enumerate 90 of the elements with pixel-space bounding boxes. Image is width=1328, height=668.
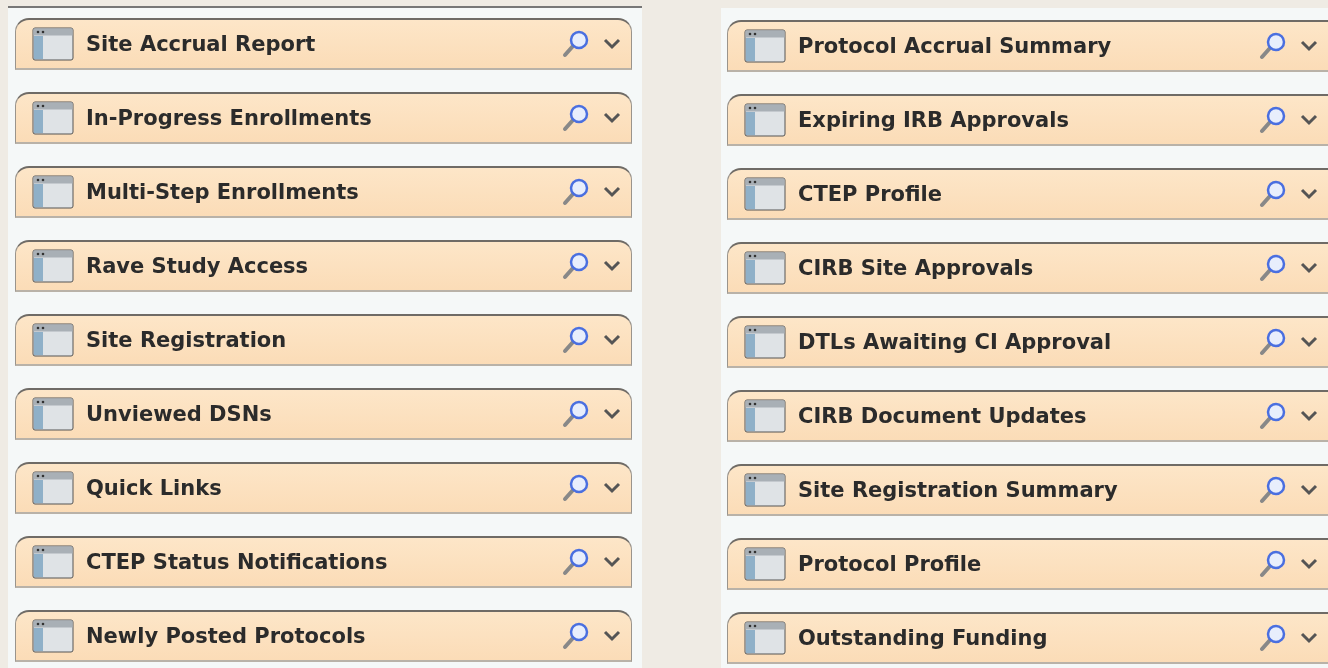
portlet-header[interactable]: Newly Posted Protocols xyxy=(15,610,632,662)
search-icon[interactable] xyxy=(561,29,591,59)
chevron-down-icon[interactable] xyxy=(1300,410,1318,422)
window-icon xyxy=(744,325,786,359)
portlet-header[interactable]: Quick Links xyxy=(15,462,632,514)
search-icon[interactable] xyxy=(1258,253,1288,283)
search-icon[interactable] xyxy=(1258,623,1288,653)
window-icon xyxy=(744,621,786,655)
chevron-down-icon[interactable] xyxy=(603,556,621,568)
window-icon xyxy=(32,101,74,135)
chevron-down-icon[interactable] xyxy=(1300,558,1318,570)
search-icon[interactable] xyxy=(1258,31,1288,61)
portlet-title: Multi-Step Enrollments xyxy=(86,180,360,204)
chevron-down-icon[interactable] xyxy=(1300,336,1318,348)
chevron-down-icon[interactable] xyxy=(1300,114,1318,126)
search-icon[interactable] xyxy=(1258,105,1288,135)
chevron-down-icon[interactable] xyxy=(1300,632,1318,644)
portlet-title: In-Progress Enrollments xyxy=(86,106,373,130)
search-icon[interactable] xyxy=(1258,475,1288,505)
portlet-title: DTLs Awaiting CI Approval xyxy=(798,330,1113,354)
portlet-title: CIRB Document Updates xyxy=(798,404,1088,428)
search-icon[interactable] xyxy=(1258,179,1288,209)
chevron-down-icon[interactable] xyxy=(603,334,621,346)
search-icon[interactable] xyxy=(561,547,591,577)
search-icon[interactable] xyxy=(561,251,591,281)
portlet-header[interactable]: Site Registration xyxy=(15,314,632,366)
portlet-title: CTEP Status Notifications xyxy=(86,550,389,574)
portlet-title: Protocol Accrual Summary xyxy=(798,34,1113,58)
portlet-header[interactable]: CIRB Site Approvals xyxy=(727,242,1328,294)
chevron-down-icon[interactable] xyxy=(1300,262,1318,274)
window-icon xyxy=(32,175,74,209)
chevron-down-icon[interactable] xyxy=(1300,40,1318,52)
portlet-title: Unviewed DSNs xyxy=(86,402,273,426)
chevron-down-icon[interactable] xyxy=(603,630,621,642)
window-icon xyxy=(744,177,786,211)
window-icon xyxy=(32,323,74,357)
portlet-header[interactable]: Multi-Step Enrollments xyxy=(15,166,632,218)
search-icon[interactable] xyxy=(1258,549,1288,579)
portlet-header[interactable]: Site Registration Summary xyxy=(727,464,1328,516)
portlet-title: CIRB Site Approvals xyxy=(798,256,1035,280)
portlet-header[interactable]: CTEP Status Notifications xyxy=(15,536,632,588)
window-icon xyxy=(32,545,74,579)
portlet-header[interactable]: Protocol Profile xyxy=(727,538,1328,590)
search-icon[interactable] xyxy=(561,473,591,503)
search-icon[interactable] xyxy=(1258,327,1288,357)
portlet-title: Rave Study Access xyxy=(86,254,310,278)
portlet-header[interactable]: CTEP Profile xyxy=(727,168,1328,220)
portlet-title: Site Registration xyxy=(86,328,288,352)
window-icon xyxy=(32,249,74,283)
window-icon xyxy=(744,547,786,581)
portlet-header[interactable]: Protocol Accrual Summary xyxy=(727,20,1328,72)
portlet-title: Protocol Profile xyxy=(798,552,983,576)
search-icon[interactable] xyxy=(1258,401,1288,431)
search-icon[interactable] xyxy=(561,621,591,651)
search-icon[interactable] xyxy=(561,399,591,429)
portlet-title: Newly Posted Protocols xyxy=(86,624,367,648)
portlet-header[interactable]: Expiring IRB Approvals xyxy=(727,94,1328,146)
portlet-header[interactable]: In-Progress Enrollments xyxy=(15,92,632,144)
portlet-title: Site Registration Summary xyxy=(798,478,1119,502)
portlet-header[interactable]: CIRB Document Updates xyxy=(727,390,1328,442)
portlet-header[interactable]: Unviewed DSNs xyxy=(15,388,632,440)
chevron-down-icon[interactable] xyxy=(603,38,621,50)
portlet-header[interactable]: Outstanding Funding xyxy=(727,612,1328,664)
chevron-down-icon[interactable] xyxy=(603,112,621,124)
portlet-title: Site Accrual Report xyxy=(86,32,317,56)
search-icon[interactable] xyxy=(561,325,591,355)
portlet-header[interactable]: Rave Study Access xyxy=(15,240,632,292)
window-icon xyxy=(744,103,786,137)
chevron-down-icon[interactable] xyxy=(603,482,621,494)
portlet-header[interactable]: Site Accrual Report xyxy=(15,18,632,70)
window-icon xyxy=(744,251,786,285)
chevron-down-icon[interactable] xyxy=(1300,484,1318,496)
window-icon xyxy=(32,27,74,61)
window-icon xyxy=(744,29,786,63)
portlet-title: Quick Links xyxy=(86,476,223,500)
portlet-title: CTEP Profile xyxy=(798,182,943,206)
window-icon xyxy=(32,471,74,505)
search-icon[interactable] xyxy=(561,103,591,133)
window-icon xyxy=(744,399,786,433)
window-icon xyxy=(32,619,74,653)
search-icon[interactable] xyxy=(561,177,591,207)
portlet-title: Outstanding Funding xyxy=(798,626,1049,650)
chevron-down-icon[interactable] xyxy=(1300,188,1318,200)
window-icon xyxy=(32,397,74,431)
chevron-down-icon[interactable] xyxy=(603,260,621,272)
chevron-down-icon[interactable] xyxy=(603,186,621,198)
portlet-header[interactable]: DTLs Awaiting CI Approval xyxy=(727,316,1328,368)
portlet-title: Expiring IRB Approvals xyxy=(798,108,1070,132)
chevron-down-icon[interactable] xyxy=(603,408,621,420)
window-icon xyxy=(744,473,786,507)
